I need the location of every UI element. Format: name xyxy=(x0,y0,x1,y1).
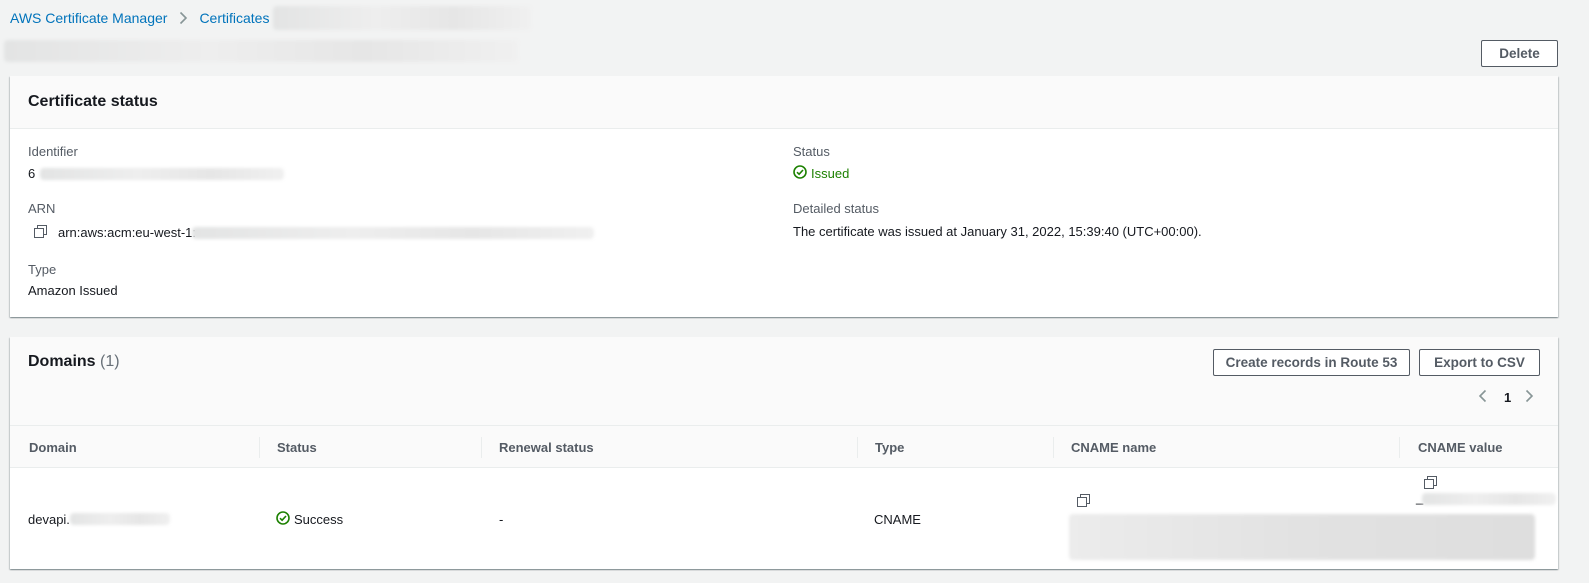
breadcrumb-certificates-link[interactable]: Certificates xyxy=(199,10,269,26)
identifier-value: 6 xyxy=(28,166,36,181)
breadcrumb-current-redacted xyxy=(273,6,531,30)
page-title-redacted xyxy=(4,40,518,62)
column-header-cname-name[interactable]: CNAME name xyxy=(1071,426,1156,469)
column-header-renewal-status[interactable]: Renewal status xyxy=(499,426,594,469)
arn-value: arn:aws:acm:eu-west-1: xyxy=(58,225,196,240)
domain-redacted xyxy=(70,513,170,525)
chevron-right-icon xyxy=(179,11,188,25)
domains-table-header: Domain Status Renewal status Type CNAME … xyxy=(10,425,1558,468)
arn-label: ARN xyxy=(28,201,56,216)
status-cell: Success xyxy=(276,511,343,528)
status-label: Status xyxy=(793,144,830,159)
column-header-type[interactable]: Type xyxy=(875,426,904,469)
check-circle-icon xyxy=(793,165,807,182)
status-value: Issued xyxy=(793,165,849,182)
type-cell: CNAME xyxy=(874,512,921,527)
chevron-left-icon[interactable] xyxy=(1478,389,1488,406)
status-text: Issued xyxy=(811,166,850,181)
certificate-status-title: Certificate status xyxy=(28,93,158,110)
domains-count: (1) xyxy=(100,353,120,370)
create-records-route53-button[interactable]: Create records in Route 53 xyxy=(1213,349,1410,376)
detailed-status-label: Detailed status xyxy=(793,201,879,216)
certificate-status-header: Certificate status xyxy=(10,76,1558,129)
certificate-status-panel: Certificate status Identifier 6 ARN arn:… xyxy=(10,76,1558,317)
type-value: Amazon Issued xyxy=(28,283,118,298)
column-divider xyxy=(1399,437,1400,458)
domain-cell: devapi. xyxy=(28,512,70,527)
column-divider xyxy=(259,437,260,458)
identifier-label: Identifier xyxy=(28,144,78,159)
domains-title: Domains (1) xyxy=(28,353,120,371)
arn-redacted xyxy=(192,227,594,239)
status-cell-text: Success xyxy=(294,512,344,527)
column-header-domain[interactable]: Domain xyxy=(29,426,77,469)
column-divider xyxy=(857,437,858,458)
table-row: devapi. Success - CNAME _ xyxy=(10,468,1558,569)
breadcrumb-acm-link[interactable]: AWS Certificate Manager xyxy=(10,10,167,26)
column-divider xyxy=(1053,437,1054,458)
check-circle-icon xyxy=(276,511,290,528)
chevron-right-icon[interactable] xyxy=(1524,389,1534,406)
identifier-redacted xyxy=(40,168,284,180)
column-header-status[interactable]: Status xyxy=(277,426,317,469)
pagination: 1 xyxy=(1478,389,1534,406)
domains-header: Domains (1) Create records in Route 53 E… xyxy=(10,337,1558,428)
column-header-cname-value[interactable]: CNAME value xyxy=(1418,426,1503,469)
delete-button[interactable]: Delete xyxy=(1481,40,1558,67)
detailed-status-value: The certificate was issued at January 31… xyxy=(793,224,1202,239)
copy-icon[interactable] xyxy=(1077,494,1090,507)
page-number[interactable]: 1 xyxy=(1504,390,1511,405)
copy-icon[interactable] xyxy=(34,225,47,238)
domains-title-text: Domains xyxy=(28,353,96,370)
breadcrumb: AWS Certificate Manager Certificates xyxy=(10,9,301,27)
type-label: Type xyxy=(28,262,57,277)
export-csv-button[interactable]: Export to CSV xyxy=(1419,349,1540,376)
column-divider xyxy=(481,437,482,458)
cname-name-redacted xyxy=(1069,514,1535,560)
renewal-status-cell: - xyxy=(499,512,504,527)
cname-value-redacted xyxy=(1422,493,1556,505)
copy-icon[interactable] xyxy=(1424,476,1437,489)
domains-panel: Domains (1) Create records in Route 53 E… xyxy=(10,337,1558,569)
